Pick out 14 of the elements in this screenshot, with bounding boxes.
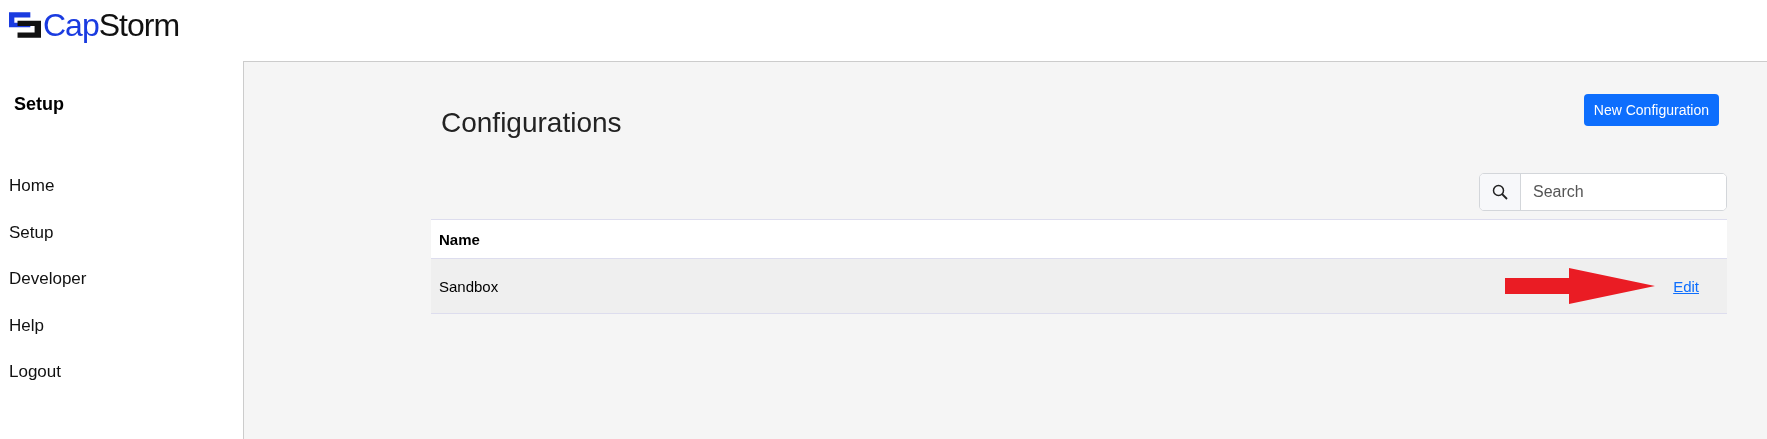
search-icon bbox=[1492, 184, 1508, 200]
column-header: Name bbox=[439, 230, 480, 248]
nav-link[interactable]: Developer bbox=[0, 268, 87, 315]
nav-link[interactable]: Help bbox=[0, 314, 44, 361]
new-configuration-button[interactable]: New Configuration bbox=[1583, 94, 1719, 126]
search-field[interactable]: Search bbox=[1479, 173, 1727, 211]
nav-link[interactable]: Setup bbox=[0, 221, 54, 268]
logo-icon bbox=[9, 12, 41, 38]
nav-link[interactable]: Home bbox=[0, 175, 55, 222]
sidebar-title: Setup bbox=[13, 93, 65, 115]
edit-link[interactable]: Edit bbox=[1673, 277, 1699, 295]
table-cell-text: Sandbox bbox=[439, 277, 500, 295]
page-title: Configurations bbox=[441, 106, 622, 139]
nav-link[interactable]: Logout bbox=[0, 361, 61, 408]
